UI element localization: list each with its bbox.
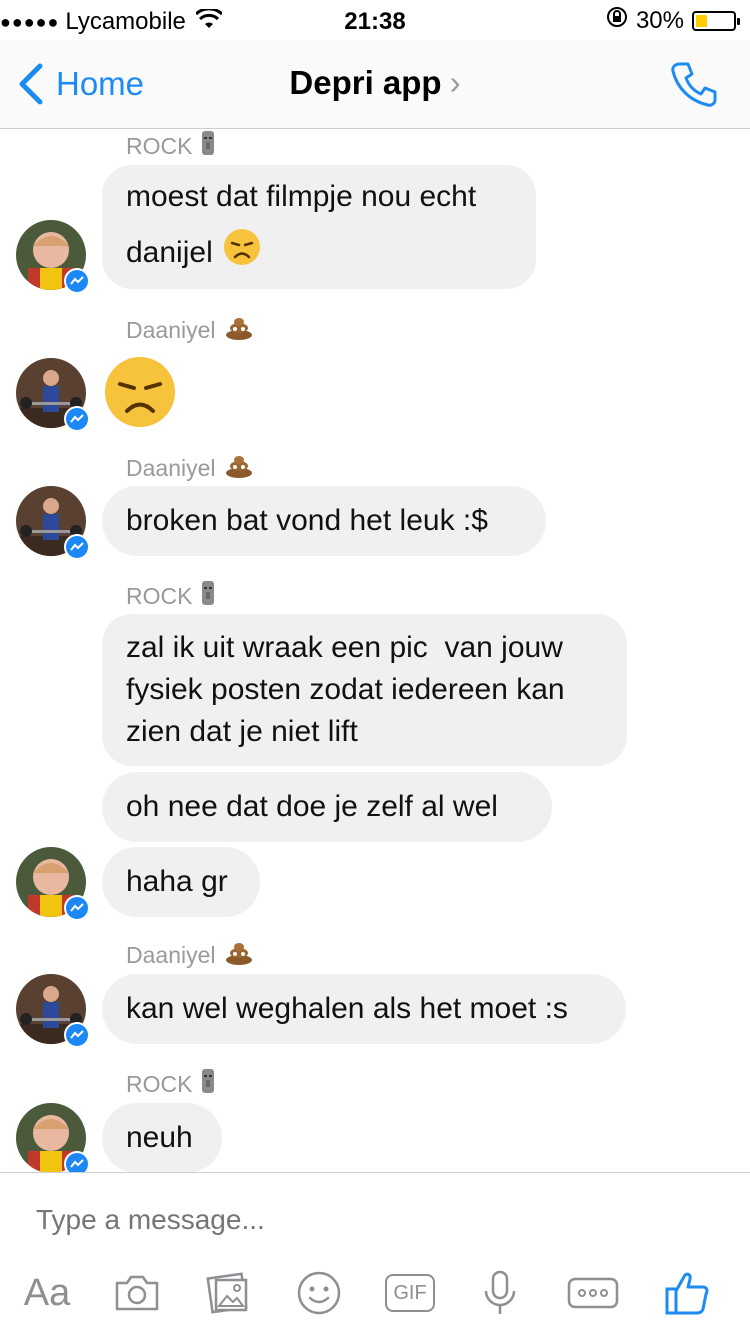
message-text: neuh [126, 1121, 193, 1154]
message-text: zien dat je niet lift [126, 715, 358, 748]
message-text: kan wel weghalen als het moet :s [126, 992, 568, 1025]
message-text: moest dat filmpje nou echt [126, 180, 477, 213]
messenger-badge-icon [64, 406, 90, 432]
sender-name: ROCK [126, 132, 193, 159]
avatar[interactable] [16, 220, 90, 294]
sender-name: Daaniyel [126, 454, 216, 481]
message-text: danijel [126, 236, 213, 269]
like-button[interactable] [660, 1265, 714, 1321]
camera-icon [115, 1275, 159, 1311]
status-bar: ●●●●● Lycamobile 21:38 30% [0, 0, 750, 40]
navigation-bar: Home Depri app › [0, 40, 750, 129]
avatar[interactable] [16, 847, 90, 921]
avatar[interactable] [16, 358, 90, 432]
sender-label: ROCK [126, 1067, 216, 1101]
message-list[interactable]: ROCK moest dat filmpje nou echt danijel … [0, 129, 750, 1172]
sender-label: ROCK [126, 129, 216, 163]
thumbs-up-icon [665, 1272, 709, 1315]
aa-label: Aa [23, 1271, 71, 1314]
more-button[interactable] [566, 1265, 620, 1321]
message-composer: Aa GIF [0, 1172, 750, 1335]
battery-icon [692, 10, 740, 31]
gif-button[interactable]: GIF [382, 1265, 438, 1321]
message-text: zal ik uit wraak een pic van jouw [126, 631, 563, 664]
chevron-right-icon: › [449, 64, 461, 101]
messenger-badge-icon [64, 1022, 90, 1048]
moai-icon [200, 1067, 216, 1101]
message-text: haha gr [126, 865, 228, 898]
avatar[interactable] [16, 1103, 90, 1172]
conversation-title[interactable]: Depri app › [0, 64, 750, 102]
phone-icon [671, 62, 717, 107]
text-style-button[interactable]: Aa [20, 1265, 74, 1321]
voice-button[interactable] [478, 1265, 522, 1321]
rotation-lock-icon [606, 6, 628, 35]
gif-label: GIF [393, 1281, 427, 1304]
sender-label: Daaniyel [126, 939, 254, 971]
call-button[interactable] [670, 60, 718, 113]
messenger-badge-icon [64, 534, 90, 560]
sender-name: ROCK [126, 582, 193, 609]
poop-icon [224, 314, 254, 346]
gif-icon: GIF [385, 1274, 435, 1312]
message-input[interactable] [34, 1203, 718, 1237]
message-bubble[interactable]: oh nee dat doe je zelf al wel [102, 772, 552, 842]
message-bubble[interactable]: zal ik uit wraak een pic van jouw fysiek… [102, 614, 627, 766]
battery-level [696, 14, 707, 27]
smiley-icon [297, 1271, 341, 1315]
battery-percent: 30% [635, 6, 684, 34]
sender-label: Daaniyel [126, 314, 254, 346]
moai-icon [200, 129, 216, 163]
sender-name: Daaniyel [126, 316, 216, 343]
sender-label: ROCK [126, 579, 216, 613]
sender-name: Daaniyel [126, 941, 216, 968]
photo-icon [206, 1272, 248, 1314]
messenger-badge-icon [64, 895, 90, 921]
more-icon [567, 1277, 619, 1309]
poop-icon [224, 939, 254, 971]
photo-button[interactable] [204, 1265, 254, 1321]
moai-icon [200, 579, 216, 613]
camera-button[interactable] [112, 1265, 162, 1321]
disappointed-emoji-icon[interactable] [104, 356, 176, 433]
poop-icon [224, 452, 254, 484]
messenger-badge-icon [64, 1151, 90, 1172]
sticker-button[interactable] [294, 1265, 344, 1321]
message-text: broken bat vond het leuk :$ [126, 504, 488, 537]
messenger-badge-icon [64, 268, 90, 294]
avatar[interactable] [16, 486, 90, 560]
message-bubble[interactable]: neuh [102, 1103, 222, 1172]
sender-name: ROCK [126, 1070, 193, 1097]
message-bubble[interactable]: kan wel weghalen als het moet :s [102, 974, 626, 1044]
message-bubble[interactable]: moest dat filmpje nou echt danijel [102, 165, 536, 289]
message-text: fysiek posten zodat iedereen kan [126, 673, 565, 706]
composer-toolbar: Aa GIF [0, 1265, 750, 1325]
disappointed-emoji-icon [223, 228, 261, 278]
message-text: oh nee dat doe je zelf al wel [126, 790, 498, 823]
status-right: 30% [606, 6, 740, 35]
avatar[interactable] [16, 974, 90, 1048]
conversation-title-text: Depri app [289, 64, 442, 101]
message-bubble[interactable]: haha gr [102, 847, 260, 917]
microphone-icon [484, 1270, 516, 1314]
sender-label: Daaniyel [126, 452, 254, 484]
message-bubble[interactable]: broken bat vond het leuk :$ [102, 486, 546, 556]
